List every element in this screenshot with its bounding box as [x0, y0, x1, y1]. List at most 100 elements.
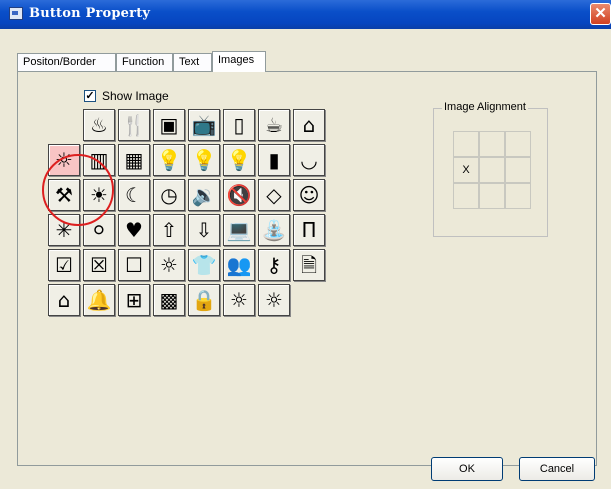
icon-cell[interactable]: ⌂	[293, 109, 325, 141]
ok-button[interactable]: OK	[431, 457, 503, 481]
alignment-cell[interactable]	[479, 131, 505, 157]
map-icon: ▩	[159, 288, 179, 312]
images-panel: ✓ Show Image ♨ 🍴 ▣ 📺 ▯ ☕ ⌂ ☼ ▥ ▦ 💡 💡 💡 ▮ ◡ ⚒ ☀ ☾ ◷ 🔉 🔇 ◇ ☺ ✳ ⚪ ♥ ⇧…	[17, 71, 597, 466]
icon-cell[interactable]: ⚒	[48, 179, 80, 211]
icon-cell[interactable]: ▣	[153, 109, 185, 141]
alignment-cell[interactable]	[505, 157, 531, 183]
clock-icon: ◷	[160, 183, 178, 207]
smiley-icon: ☺	[298, 183, 320, 207]
image-alignment-grid: X	[453, 131, 533, 211]
eraser-icon: ◇	[266, 183, 282, 207]
crossed-box-icon: ☒	[90, 253, 108, 277]
lamp-icon: ☀	[90, 183, 108, 207]
alignment-cell[interactable]	[505, 183, 531, 209]
title-bar[interactable]: Button Property ✕	[0, 0, 611, 29]
icon-cell[interactable]: ▩	[153, 284, 185, 316]
icon-cell[interactable]: 🔉	[188, 179, 220, 211]
icon-cell[interactable]: ☼	[258, 284, 290, 316]
cancel-button[interactable]: Cancel	[519, 457, 595, 481]
alignment-cell[interactable]	[479, 157, 505, 183]
icon-cell[interactable]: ◷	[153, 179, 185, 211]
icon-cell[interactable]: ☼	[153, 249, 185, 281]
icon-cell[interactable]: ☼	[223, 284, 255, 316]
icon-cell[interactable]: ☐	[118, 249, 150, 281]
icon-cell[interactable]: ▯	[223, 109, 255, 141]
icon-cell[interactable]: 🔔	[83, 284, 115, 316]
sparkle-icon: ✳	[55, 218, 73, 242]
window-icon	[9, 7, 23, 20]
film-icon: ▮	[268, 148, 280, 172]
alignment-cell[interactable]	[505, 131, 531, 157]
checked-box-icon: ☑	[55, 253, 73, 277]
icon-cell[interactable]: ☒	[83, 249, 115, 281]
lightbulb-icon: 💡	[226, 148, 252, 172]
icon-cell[interactable]: ⇧	[153, 214, 185, 246]
icon-cell[interactable]: ☕	[258, 109, 290, 141]
balloons-icon: ⚪	[90, 218, 108, 242]
alignment-cell[interactable]	[453, 131, 479, 157]
icon-cell[interactable]: ⇩	[188, 214, 220, 246]
arrow-down-icon: ⇩	[195, 218, 213, 242]
icon-cell[interactable]: Π	[293, 214, 325, 246]
icon-cell[interactable]: ⌂	[48, 284, 80, 316]
speaker-icon: 🔉	[191, 183, 217, 207]
image-alignment-label: Image Alignment	[442, 101, 528, 113]
tab-text[interactable]: Text	[173, 53, 212, 71]
tab-images[interactable]: Images	[212, 51, 266, 72]
empty-box-icon: ☐	[125, 253, 143, 277]
icon-cell[interactable]: 📺	[188, 109, 220, 141]
computer-icon: 💻	[226, 218, 252, 242]
icon-cell[interactable]: ▮	[258, 144, 290, 176]
icon-cell[interactable]: 🔇	[223, 179, 255, 211]
people-icon: 👥	[226, 253, 252, 277]
heater-icon: ♨	[90, 113, 108, 137]
icon-cell[interactable]: ♨	[83, 109, 115, 141]
icon-cell[interactable]: ☼	[48, 144, 80, 176]
tab-positon-border[interactable]: Positon/Border	[17, 53, 116, 71]
bowl-icon: ◡	[300, 148, 318, 172]
icon-cell[interactable]: 👥	[223, 249, 255, 281]
icon-cell[interactable]: ◡	[293, 144, 325, 176]
coffee-cup-icon: ☕	[265, 113, 283, 137]
alignment-cell[interactable]	[453, 183, 479, 209]
alignment-cell[interactable]	[479, 183, 505, 209]
icon-cell[interactable]: ☺	[293, 179, 325, 211]
window-title: Button Property	[29, 6, 151, 21]
mute-icon: 🔇	[226, 183, 252, 207]
fork-knife-icon: 🍴	[121, 113, 147, 137]
home-button-icon: ⌂	[57, 288, 71, 312]
icon-cell[interactable]: ⚪	[83, 214, 115, 246]
icon-cell[interactable]: 💡	[153, 144, 185, 176]
icon-cell[interactable]: ⛲	[258, 214, 290, 246]
icon-cell[interactable]: 💻	[223, 214, 255, 246]
icon-cell[interactable]: 💡	[188, 144, 220, 176]
icon-cell[interactable]: 🗎	[293, 249, 325, 281]
tab-function[interactable]: Function	[116, 53, 173, 71]
icon-cell[interactable]: 💡	[223, 144, 255, 176]
icon-cell[interactable]: ▦	[118, 144, 150, 176]
icon-cell[interactable]: ☀	[83, 179, 115, 211]
close-button[interactable]: ✕	[590, 3, 611, 25]
tv-icon: 📺	[191, 113, 217, 137]
icon-cell[interactable]: ◇	[258, 179, 290, 211]
icon-cell[interactable]: 👕	[188, 249, 220, 281]
icon-cell[interactable]: ▥	[83, 144, 115, 176]
page-icon: 🗎	[300, 253, 318, 277]
icon-cell[interactable]: 🍴	[118, 109, 150, 141]
show-image-checkbox[interactable]: ✓	[84, 90, 96, 102]
icon-cell[interactable]: ☾	[118, 179, 150, 211]
fountain-icon: ⛲	[261, 218, 287, 242]
icon-cell[interactable]: ⚷	[258, 249, 290, 281]
alignment-cell[interactable]: X	[453, 157, 479, 183]
icon-cell[interactable]: ⊞	[118, 284, 150, 316]
show-image-label: Show Image	[102, 89, 169, 103]
icon-cell[interactable]: ✳	[48, 214, 80, 246]
tools-icon: ⚒	[55, 183, 73, 207]
moon-icon: ☾	[125, 183, 143, 207]
icon-cell[interactable]: ♥	[118, 214, 150, 246]
icon-cell[interactable]: ☑	[48, 249, 80, 281]
icon-cell[interactable]: 🔒	[188, 284, 220, 316]
home-icon: ⌂	[302, 113, 316, 137]
bell-icon: 🔔	[86, 288, 112, 312]
brightness-down-icon: ☼	[265, 288, 283, 312]
